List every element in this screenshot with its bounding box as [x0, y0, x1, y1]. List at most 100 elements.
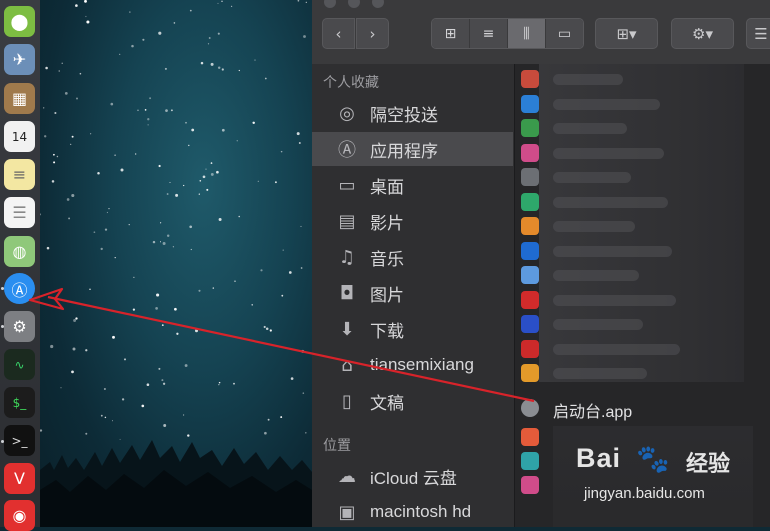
sidebar-item[interactable]: ♫ 音乐: [312, 240, 513, 274]
contacts-icon[interactable]: ▦: [4, 83, 35, 114]
file-app-icon: [521, 290, 539, 309]
favorites-header: 个人收藏: [323, 74, 379, 90]
minimize-window-button[interactable]: [348, 0, 360, 8]
maps-icon[interactable]: ◍: [4, 236, 35, 267]
running-indicator: [1, 440, 4, 443]
sidebar-item[interactable]: ▭ 桌面: [312, 168, 513, 202]
file-app-icon: [521, 241, 539, 260]
sidebar-item[interactable]: ⬇ 下载: [312, 312, 513, 346]
dock: ⬤ ✈ ▦ 14 ≡ ☰ ◍ Ⓐ ⚙ ∿ $_ >_ V ◉: [0, 0, 41, 531]
zoom-window-button[interactable]: [372, 0, 384, 8]
finder-sidebar: 个人收藏 ◎ 隔空投送 Ⓐ 应用程序 ▭ 桌面 ▤ 影片 ♫ 音乐 ◘ 图片 ⬇ 下载 ⌂ tiansemix…: [312, 64, 515, 527]
column-view-icon[interactable]: ⫼: [508, 19, 546, 48]
reminders-icon[interactable]: ☰: [4, 197, 35, 228]
running-indicator: [1, 325, 4, 328]
blurred-file-name: [553, 245, 672, 257]
system-preferences-icon[interactable]: ⚙: [4, 311, 35, 342]
blurred-file-name: [553, 319, 643, 330]
sidebar-item[interactable]: Ⓐ 应用程序: [312, 132, 513, 166]
pictures-icon: ◘: [339, 282, 355, 304]
desktop-icon: ▭: [338, 174, 356, 196]
script-editor-icon[interactable]: $_: [4, 387, 35, 418]
file-name: 启动台.app: [553, 404, 633, 421]
sidebar-item-label: 应用程序: [370, 141, 438, 161]
terminal-icon[interactable]: >_: [4, 425, 35, 456]
blurred-file-name: [553, 172, 631, 183]
icloud-icon: ☁: [338, 465, 356, 487]
group-by-button[interactable]: ⊞▾: [595, 18, 658, 49]
documents-icon: ▯: [342, 390, 352, 412]
activity-monitor-icon[interactable]: ∿: [4, 349, 35, 380]
app-store-icon[interactable]: Ⓐ: [4, 273, 35, 304]
file-app-icon: [521, 266, 539, 284]
file-app-icon: [521, 452, 539, 470]
action-gear-button[interactable]: ⚙▾: [671, 18, 734, 49]
applications-icon: Ⓐ: [338, 140, 356, 161]
sidebar-item-label: tiansemixiang: [370, 355, 474, 374]
music-icon: ♫: [338, 246, 356, 268]
sidebar-item[interactable]: ▤ 影片: [312, 204, 513, 238]
back-button[interactable]: ‹: [322, 18, 355, 49]
paw-logo-icon: 🐾: [636, 444, 670, 475]
sidebar-location-item[interactable]: ☁ iCloud 云盘: [312, 459, 513, 493]
file-app-icon: [521, 315, 539, 333]
file-app-icon: [521, 168, 539, 186]
sidebar-item-label: 音乐: [370, 249, 404, 269]
home-icon: ⌂: [341, 354, 353, 376]
blurred-file-name: [553, 147, 664, 159]
sidebar-item-label: 隔空投送: [370, 105, 438, 125]
tree-silhouette: [40, 440, 312, 527]
close-window-button[interactable]: [324, 0, 336, 8]
sidebar-item-label: iCloud 云盘: [370, 468, 457, 488]
movies-icon: ▤: [338, 210, 356, 232]
blurred-file-name: [553, 74, 623, 85]
sidebar-item-label: macintosh hd: [370, 502, 472, 521]
file-app-icon: [521, 119, 539, 137]
sidebar-item[interactable]: ▯ 文稿: [312, 384, 513, 418]
file-app-icon: [521, 217, 539, 235]
file-app-icon: [521, 143, 539, 162]
file-row-launchpad[interactable]: 启动台.app: [515, 396, 770, 421]
watermark-brand: Bai: [576, 443, 622, 473]
disk-icon: ▣: [338, 501, 356, 523]
sidebar-item-label: 图片: [370, 285, 404, 305]
sidebar-item-label: 文稿: [370, 393, 404, 413]
android-icon[interactable]: ⬤: [4, 6, 35, 37]
blurred-file-name: [553, 270, 639, 281]
sidebar-item-label: 桌面: [370, 177, 404, 197]
sidebar-item-label: 影片: [370, 213, 404, 233]
downloads-icon: ⬇: [339, 318, 355, 340]
netease-music-icon[interactable]: ◉: [4, 500, 35, 531]
blurred-file-name: [553, 98, 660, 110]
file-app-icon: [521, 428, 539, 446]
file-app-icon: [521, 339, 539, 358]
calendar-icon[interactable]: 14: [4, 121, 35, 152]
blurred-file-name: [553, 368, 647, 379]
finder-toolbar: ‹ › ⊞ ≡ ⫼ ▭ ⊞▾ ⚙▾ ☰: [312, 0, 770, 65]
view-mode-selector: ⊞ ≡ ⫼ ▭: [431, 18, 584, 49]
blurred-file-list: [539, 64, 744, 382]
file-app-icon: [521, 364, 539, 382]
more-toolbar-button[interactable]: ☰: [746, 18, 770, 49]
watermark-url: jingyan.baidu.com: [584, 485, 705, 502]
blurred-file-name: [553, 123, 627, 134]
desktop-wallpaper: [40, 0, 312, 527]
vivaldi-icon[interactable]: V: [4, 463, 35, 494]
file-app-icon: [521, 476, 539, 494]
forward-button[interactable]: ›: [356, 18, 389, 49]
airdrop-icon: ◎: [339, 102, 355, 124]
gallery-view-icon[interactable]: ▭: [546, 19, 583, 48]
running-indicator: [1, 287, 4, 290]
watermark-brand-suffix: 经验: [686, 451, 731, 476]
sidebar-item[interactable]: ⌂ tiansemixiang: [312, 348, 513, 382]
list-view-icon[interactable]: ≡: [470, 19, 508, 48]
file-app-icon: [521, 94, 539, 113]
icon-view-icon[interactable]: ⊞: [432, 19, 470, 48]
sidebar-item[interactable]: ◘ 图片: [312, 276, 513, 310]
preview-icon[interactable]: ✈: [4, 44, 35, 75]
file-app-icon: [521, 192, 539, 211]
sidebar-item[interactable]: ◎ 隔空投送: [312, 96, 513, 130]
blurred-file-name: [553, 343, 680, 355]
sidebar-location-item[interactable]: ▣ macintosh hd: [312, 495, 513, 529]
notes-icon[interactable]: ≡: [4, 159, 35, 190]
